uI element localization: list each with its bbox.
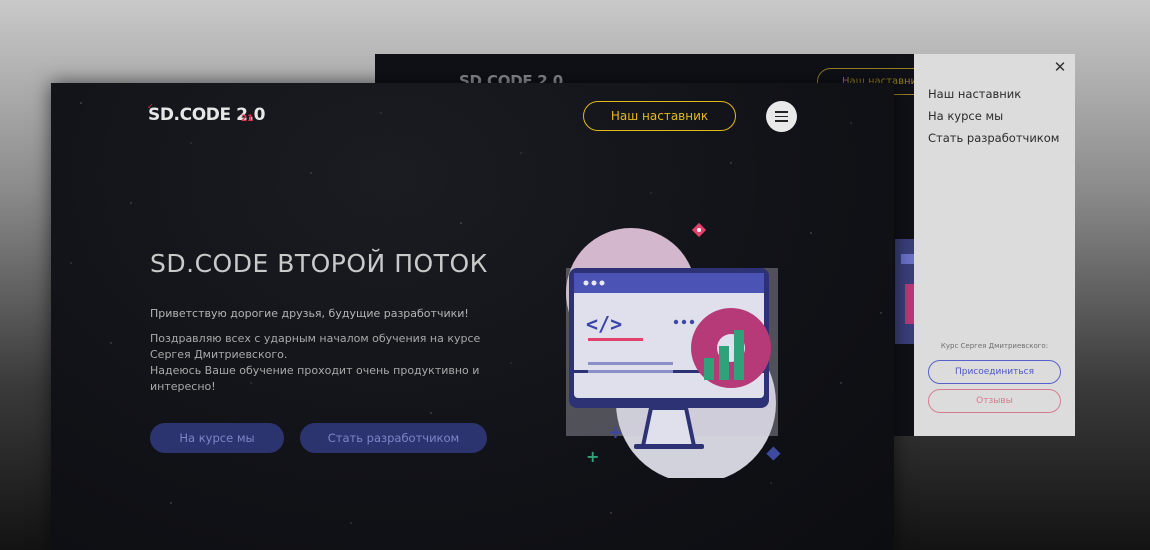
reviews-button[interactable]: Отзывы (928, 389, 1061, 413)
course-caption: Курс Сергея Дмитриевского: (940, 342, 1049, 350)
side-menu-list: Наш наставник На курсе мы Стать разработ… (928, 87, 1059, 153)
mentor-button[interactable]: Наш наставник (583, 101, 736, 131)
hero-greeting: Приветствую дорогие друзья, будущие разр… (150, 307, 469, 320)
code-monitor-illustration: + + </> (566, 222, 781, 478)
menu-item-become-developer[interactable]: Стать разработчиком (928, 131, 1059, 145)
hero-title: SD.CODE ВТОРОЙ ПОТОК (150, 249, 488, 278)
menu-item-mentor[interactable]: Наш наставник (928, 87, 1059, 101)
green-plus-icon: + (586, 447, 599, 466)
logo-badge: 21 (241, 114, 254, 124)
hamburger-menu-icon[interactable] (766, 101, 797, 132)
plus-icon: + (608, 422, 623, 443)
desktop-screenshot: ✓ SD.CODE 2.0 21 Наш наставник SD.CODE В… (51, 83, 894, 550)
pink-diamond-icon (691, 222, 707, 238)
menu-item-on-course[interactable]: На курсе мы (928, 109, 1059, 123)
close-icon[interactable]: ✕ (1053, 60, 1067, 75)
gear-icon (691, 308, 771, 388)
join-button[interactable]: Присоединиться (928, 360, 1061, 384)
hero-text: Поздравляю всех с ударным началом обучен… (150, 332, 481, 393)
blue-diamond-icon (766, 446, 781, 461)
side-menu-panel: ✕ Наш наставник На курсе мы Стать разраб… (914, 54, 1075, 436)
burger-line (775, 111, 788, 113)
course-button[interactable]: На курсе мы (150, 423, 284, 453)
become-developer-button[interactable]: Стать разработчиком (300, 423, 487, 453)
code-tag-icon: </> (586, 312, 622, 336)
burger-line (775, 120, 788, 122)
burger-line (775, 115, 788, 118)
